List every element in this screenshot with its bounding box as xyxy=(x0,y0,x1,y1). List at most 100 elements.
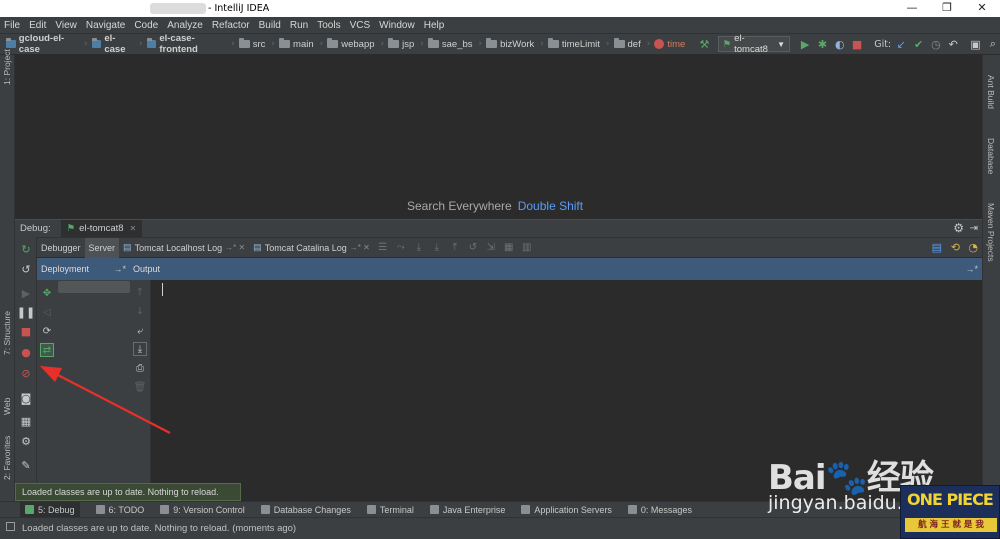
tool-window-project[interactable]: 1: Project xyxy=(2,49,12,85)
tool-button-debug[interactable]: 5: Debug xyxy=(20,501,80,518)
breadcrumb-folder[interactable]: main xyxy=(279,38,314,50)
run-icon[interactable]: ▶ xyxy=(798,36,812,52)
list-item[interactable] xyxy=(58,281,130,293)
breadcrumb-folder[interactable]: src xyxy=(238,38,265,50)
tool-button-todo[interactable]: 6: TODO xyxy=(95,505,144,515)
arrow-up-icon[interactable]: ↑ xyxy=(133,285,147,299)
minimize-button[interactable]: — xyxy=(898,1,926,14)
hide-panel-icon[interactable]: ⇥ xyxy=(970,223,978,234)
breadcrumb-folder[interactable]: jsp xyxy=(388,38,414,50)
breadcrumb-module[interactable]: gcloud-el-case xyxy=(6,33,78,55)
breadcrumb-folder[interactable]: webapp xyxy=(327,38,375,50)
tool-button-application-servers[interactable]: Application Servers xyxy=(521,505,612,515)
tool-button-messages[interactable]: 0: Messages xyxy=(627,505,692,515)
pin-tab-icon[interactable]: →* xyxy=(113,264,126,274)
scroll-to-end-icon[interactable]: ⤓ xyxy=(133,342,147,356)
tool-window-favorites[interactable]: 2: Favorites xyxy=(2,436,12,480)
gear-icon[interactable]: ⚙ xyxy=(953,221,964,235)
vcs-history-icon[interactable]: ◷ xyxy=(929,36,943,52)
settings-icon[interactable]: ⚙ xyxy=(18,433,34,449)
tool-button-version-control[interactable]: 9: Version Control xyxy=(160,505,245,515)
search-icon[interactable]: ⌕ xyxy=(986,36,1000,52)
run-to-cursor-icon[interactable]: ⇲ xyxy=(484,241,498,255)
menu-file[interactable]: File xyxy=(4,20,20,31)
close-icon[interactable]: →* ✕ xyxy=(225,243,245,252)
resume-icon[interactable]: ▶ xyxy=(18,285,34,301)
tool-window-web[interactable]: Web xyxy=(2,398,12,415)
close-icon[interactable]: →* ✕ xyxy=(350,243,370,252)
update-app-icon[interactable]: ↺ xyxy=(18,261,34,277)
menu-build[interactable]: Build xyxy=(259,20,281,31)
deploy-all-icon[interactable]: ✥ xyxy=(40,286,54,300)
arrow-down-icon[interactable]: ↓ xyxy=(133,304,147,318)
camera-icon[interactable]: ◙ xyxy=(18,390,34,406)
menu-code[interactable]: Code xyxy=(134,20,158,31)
menu-navigate[interactable]: Navigate xyxy=(86,20,125,31)
soft-wrap-icon[interactable]: ⤶ xyxy=(133,324,147,338)
menu-window[interactable]: Window xyxy=(379,20,415,31)
tool-window-database[interactable]: Database xyxy=(986,138,996,174)
coverage-icon[interactable]: ◐ xyxy=(833,36,847,52)
stop-icon[interactable]: ■ xyxy=(850,36,864,52)
run-configuration-select[interactable]: ⚑ el-tomcat8 ▼ xyxy=(717,33,791,55)
step-out-icon[interactable]: ⤒ xyxy=(448,241,462,255)
layout-icon[interactable]: ▤ xyxy=(932,241,942,254)
breadcrumb-folder[interactable]: sae_bs xyxy=(427,38,473,50)
tool-windows-toggle-icon[interactable] xyxy=(6,522,15,531)
menu-view[interactable]: View xyxy=(55,20,77,31)
breadcrumb-folder[interactable]: timeLimit xyxy=(547,38,600,50)
drop-frame-icon[interactable]: ↺ xyxy=(466,241,480,255)
rerun-icon[interactable]: ↻ xyxy=(18,241,34,257)
debug-bug-icon[interactable]: ✱ xyxy=(815,36,829,52)
close-window-button[interactable]: ✕ xyxy=(968,1,996,14)
refresh-icon[interactable]: ⟳ xyxy=(40,324,54,338)
tool-window-ant-build[interactable]: Ant Build xyxy=(986,75,996,109)
trash-icon[interactable]: 🗑 xyxy=(133,380,147,394)
trace-icon[interactable]: ▥ xyxy=(520,241,534,255)
tab-tomcat-catalina-log[interactable]: ▤ Tomcat Catalina Log →* ✕ xyxy=(249,238,374,258)
menu-refactor[interactable]: Refactor xyxy=(212,20,250,31)
view-breakpoints-icon[interactable]: ● xyxy=(18,344,34,360)
breadcrumb-folder[interactable]: def xyxy=(613,38,641,50)
breadcrumb-class[interactable]: time xyxy=(654,39,685,50)
vcs-update-icon[interactable]: ↙ xyxy=(894,36,908,52)
print-icon[interactable]: ⎙ xyxy=(133,361,147,375)
pin-icon[interactable]: ✎ xyxy=(18,457,34,473)
memory-view-icon[interactable]: ◔ xyxy=(968,241,978,254)
tool-window-structure[interactable]: 7: Structure xyxy=(2,311,12,355)
breadcrumb-module[interactable]: el-case xyxy=(91,33,133,55)
menu-vcs[interactable]: VCS xyxy=(350,20,371,31)
menu-edit[interactable]: Edit xyxy=(29,20,46,31)
undeploy-icon[interactable]: ◁ xyxy=(40,305,54,319)
menu-help[interactable]: Help xyxy=(424,20,445,31)
tab-debugger[interactable]: Debugger xyxy=(37,238,85,258)
build-hammer-icon[interactable]: ⚒ xyxy=(697,36,711,52)
deployment-list[interactable] xyxy=(58,280,133,501)
project-structure-icon[interactable]: ▣ xyxy=(968,36,982,52)
editor-area[interactable] xyxy=(15,55,982,219)
tool-button-database-changes[interactable]: Database Changes xyxy=(260,505,351,515)
pause-icon[interactable]: ❚❚ xyxy=(17,304,35,320)
breadcrumb-folder[interactable]: bizWork xyxy=(486,38,534,50)
tool-button-java-enterprise[interactable]: Java Enterprise xyxy=(429,505,505,515)
menu-analyze[interactable]: Analyze xyxy=(167,20,203,31)
step-over-icon[interactable]: ⤳ xyxy=(394,241,408,255)
force-step-into-icon[interactable]: ⤓ xyxy=(430,241,444,255)
menu-tools[interactable]: Tools xyxy=(317,20,340,31)
tab-server[interactable]: Server xyxy=(84,237,120,258)
vcs-commit-icon[interactable]: ✔ xyxy=(911,36,925,52)
restore-layout-icon[interactable]: ⟲ xyxy=(951,241,960,254)
maximize-button[interactable]: ❐ xyxy=(933,1,961,14)
close-icon[interactable]: ✕ xyxy=(130,224,137,233)
step-into-icon[interactable]: ⤓ xyxy=(412,241,426,255)
menu-run[interactable]: Run xyxy=(290,20,308,31)
breadcrumb-module[interactable]: el-case-frontend xyxy=(146,33,226,55)
show-execution-point-icon[interactable]: ☰ xyxy=(376,241,390,255)
tab-tomcat-localhost-log[interactable]: ▤ Tomcat Localhost Log →* ✕ xyxy=(119,238,249,258)
pin-tab-icon[interactable]: →* xyxy=(965,264,978,274)
update-classes-icon[interactable]: ⇄ xyxy=(40,343,54,357)
mute-breakpoints-icon[interactable]: ⊘ xyxy=(18,365,34,381)
tool-window-maven[interactable]: Maven Projects xyxy=(986,203,996,262)
layout-settings-icon[interactable]: ▦ xyxy=(18,413,34,429)
revert-icon[interactable]: ↶ xyxy=(946,36,960,52)
